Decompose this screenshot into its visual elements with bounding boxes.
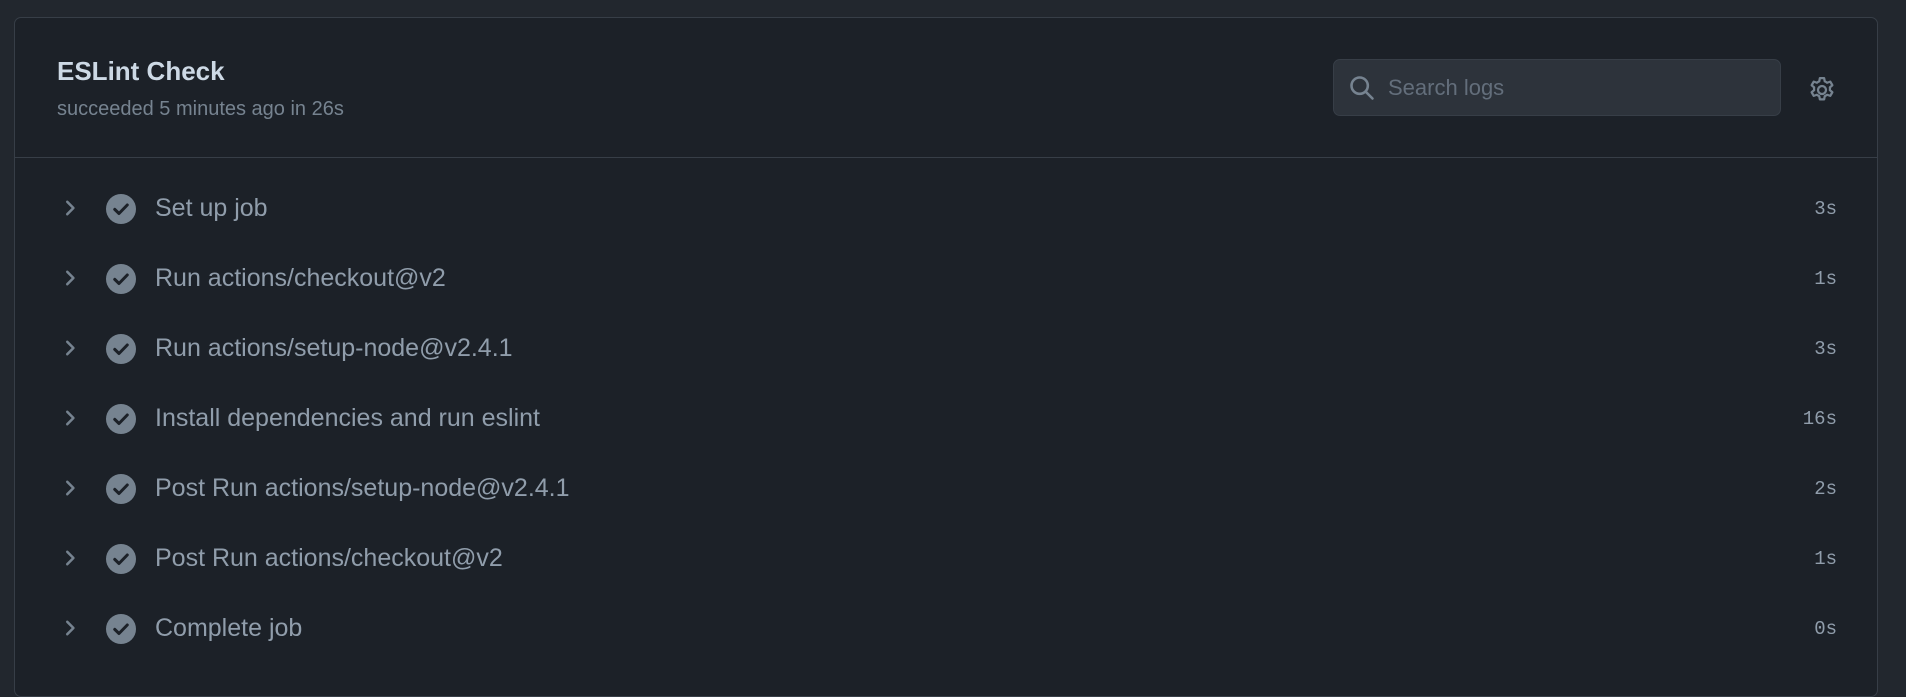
chevron-right-icon[interactable] <box>59 547 81 569</box>
search-input[interactable] <box>1388 60 1768 115</box>
search-box[interactable] <box>1333 59 1781 116</box>
step-label: Set up job <box>155 194 268 222</box>
job-status: succeeded 5 minutes ago in 26s <box>57 98 344 120</box>
step-duration: 3s <box>1814 198 1837 220</box>
chevron-right-icon[interactable] <box>59 197 81 219</box>
check-circle-icon <box>106 404 136 434</box>
check-circle-icon <box>106 264 136 294</box>
step-row-install-eslint[interactable]: Install dependencies and run eslint 16s <box>15 384 1877 454</box>
job-log-panel: ESLint Check succeeded 5 minutes ago in … <box>14 17 1878 697</box>
step-label: Complete job <box>155 614 303 642</box>
check-circle-icon <box>106 334 136 364</box>
step-label: Install dependencies and run eslint <box>155 404 540 432</box>
chevron-right-icon[interactable] <box>59 617 81 639</box>
step-duration: 1s <box>1814 548 1837 570</box>
gear-icon[interactable] <box>1807 75 1837 105</box>
chevron-right-icon[interactable] <box>59 337 81 359</box>
step-row-post-checkout[interactable]: Post Run actions/checkout@v2 1s <box>15 524 1877 594</box>
step-row-set-up-job[interactable]: Set up job 3s <box>15 174 1877 244</box>
job-header: ESLint Check succeeded 5 minutes ago in … <box>15 18 1877 158</box>
check-circle-icon <box>106 474 136 504</box>
check-circle-icon <box>106 194 136 224</box>
check-circle-icon <box>106 614 136 644</box>
step-duration: 3s <box>1814 338 1837 360</box>
chevron-right-icon[interactable] <box>59 267 81 289</box>
step-duration: 0s <box>1814 618 1837 640</box>
search-icon <box>1350 76 1374 100</box>
step-row-setup-node[interactable]: Run actions/setup-node@v2.4.1 3s <box>15 314 1877 384</box>
step-label: Post Run actions/checkout@v2 <box>155 544 503 572</box>
chevron-right-icon[interactable] <box>59 477 81 499</box>
steps-list: Set up job 3s Run actions/checkout@v2 1s… <box>15 158 1877 664</box>
step-label: Run actions/checkout@v2 <box>155 264 446 292</box>
step-row-checkout[interactable]: Run actions/checkout@v2 1s <box>15 244 1877 314</box>
step-duration: 1s <box>1814 268 1837 290</box>
step-duration: 16s <box>1802 408 1837 430</box>
job-title: ESLint Check <box>57 56 225 86</box>
step-row-complete-job[interactable]: Complete job 0s <box>15 594 1877 664</box>
step-duration: 2s <box>1814 478 1837 500</box>
chevron-right-icon[interactable] <box>59 407 81 429</box>
check-circle-icon <box>106 544 136 574</box>
step-row-post-setup-node[interactable]: Post Run actions/setup-node@v2.4.1 2s <box>15 454 1877 524</box>
step-label: Post Run actions/setup-node@v2.4.1 <box>155 474 570 502</box>
step-label: Run actions/setup-node@v2.4.1 <box>155 334 513 362</box>
